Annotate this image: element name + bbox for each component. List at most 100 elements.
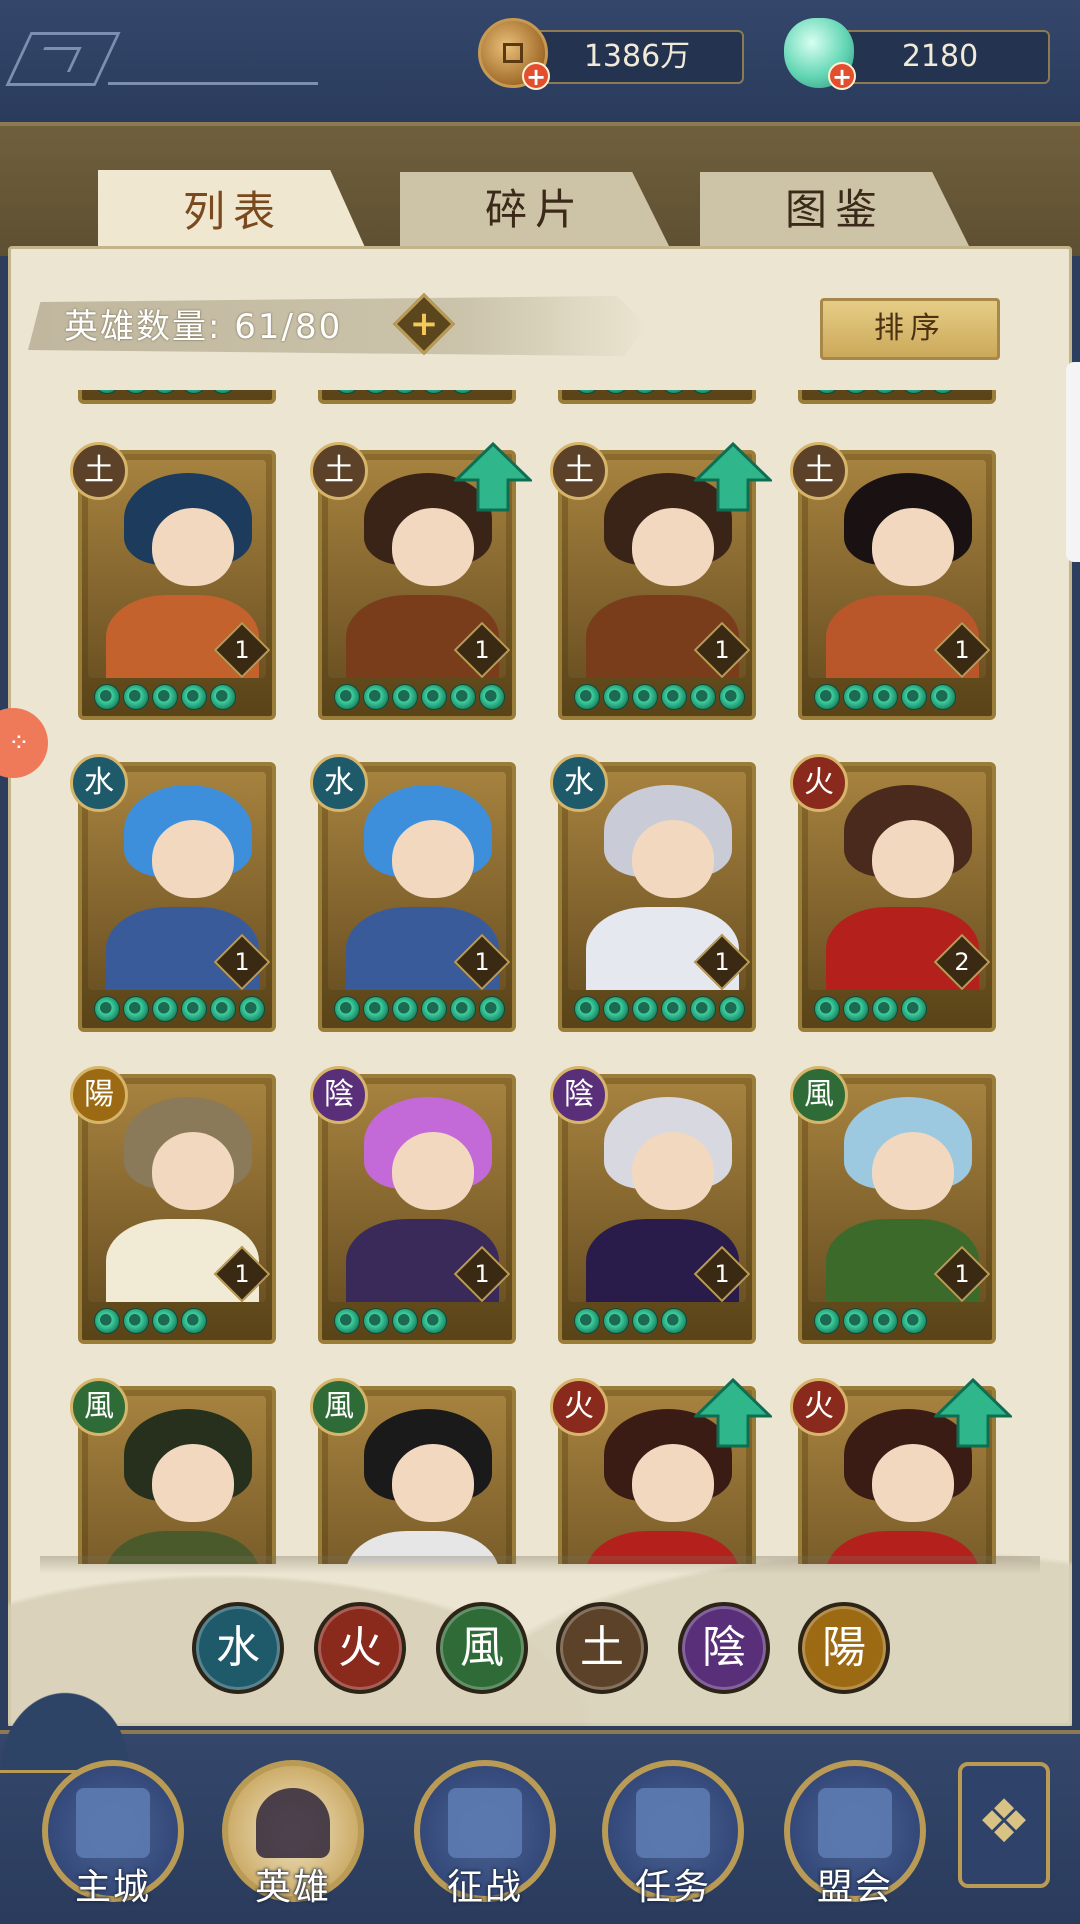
hero-card-partial[interactable]	[318, 390, 516, 404]
nav-heroes[interactable]: 英雄	[222, 1760, 364, 1908]
star-icon	[210, 996, 236, 1022]
nav-main-city[interactable]: 主城	[42, 1760, 184, 1908]
hero-card[interactable]: 1水	[310, 754, 516, 1032]
filter-water[interactable]: 水	[192, 1602, 284, 1694]
star-icon	[603, 1308, 629, 1334]
tab-list[interactable]: 列表	[98, 170, 368, 254]
hero-card[interactable]: 風	[70, 1378, 276, 1564]
menu-button[interactable]: ❖	[958, 1762, 1050, 1888]
star-icon	[123, 1308, 149, 1334]
star-icon	[690, 996, 716, 1022]
element-badge: 水	[70, 754, 128, 812]
filter-yin[interactable]: 陰	[678, 1602, 770, 1694]
star-icon	[450, 996, 476, 1022]
gems-display: 2180	[830, 30, 1050, 84]
hero-card-partial[interactable]	[558, 390, 756, 404]
hero-card[interactable]: 2火	[790, 754, 996, 1032]
star-icon	[574, 1308, 600, 1334]
star-icon	[603, 390, 629, 394]
star-icon	[152, 1308, 178, 1334]
add-gems-button[interactable]: +	[828, 62, 856, 90]
hero-card[interactable]: 火	[790, 1378, 1012, 1564]
hero-card[interactable]: 1土	[550, 442, 772, 720]
hero-card-partial[interactable]	[78, 390, 276, 404]
filter-fire[interactable]: 火	[314, 1602, 406, 1694]
filter-earth[interactable]: 土	[556, 1602, 648, 1694]
fan-decoration-icon	[0, 1680, 140, 1773]
filter-yang[interactable]: 陽	[798, 1602, 890, 1694]
star-rating	[334, 1308, 447, 1334]
star-icon	[843, 390, 869, 394]
star-rating	[334, 996, 505, 1022]
level-value: 1	[954, 1260, 970, 1288]
level-value: 1	[714, 948, 730, 976]
hero-count-value: 61/80	[234, 307, 343, 347]
star-rating	[94, 390, 236, 394]
star-icon	[814, 684, 840, 710]
star-icon	[334, 684, 360, 710]
quest-icon	[636, 1788, 710, 1858]
hero-card[interactable]: 1陰	[550, 1066, 756, 1344]
level-value: 1	[714, 636, 730, 664]
star-rating	[334, 684, 505, 710]
star-icon	[603, 996, 629, 1022]
star-icon	[363, 390, 389, 394]
nav-quests[interactable]: 任务	[602, 1760, 744, 1908]
star-icon	[123, 390, 149, 394]
right-edge-tab[interactable]	[1066, 362, 1080, 562]
star-icon	[363, 996, 389, 1022]
hero-card-partial[interactable]	[798, 390, 996, 404]
element-badge: 水	[310, 754, 368, 812]
star-icon	[814, 996, 840, 1022]
star-icon	[239, 996, 265, 1022]
hero-card[interactable]: 1土	[310, 442, 532, 720]
filter-wind[interactable]: 風	[436, 1602, 528, 1694]
star-icon	[872, 1308, 898, 1334]
star-icon	[421, 684, 447, 710]
hero-card[interactable]: 1陰	[310, 1066, 516, 1344]
level-value: 1	[234, 636, 250, 664]
hero-card[interactable]: 1風	[790, 1066, 996, 1344]
star-icon	[181, 390, 207, 394]
star-icon	[392, 1308, 418, 1334]
upgrade-arrow-icon	[694, 1378, 772, 1448]
element-badge: 土	[310, 442, 368, 500]
nav-guild[interactable]: 盟会	[784, 1760, 926, 1908]
nav-battle-label: 征战	[446, 1867, 523, 1908]
hero-card[interactable]: 1水	[550, 754, 756, 1032]
hero-card[interactable]: 1水	[70, 754, 276, 1032]
nav-battle[interactable]: 征战	[414, 1760, 556, 1908]
star-icon	[181, 996, 207, 1022]
star-rating	[574, 390, 716, 394]
nav-heroes-label: 英雄	[254, 1867, 331, 1908]
hero-card[interactable]: 1陽	[70, 1066, 276, 1344]
hero-card[interactable]: 風	[310, 1378, 516, 1564]
star-icon	[661, 390, 687, 394]
level-value: 1	[474, 1260, 490, 1288]
star-icon	[632, 1308, 658, 1334]
grid-fade	[40, 1556, 1040, 1574]
logo-icon	[5, 32, 121, 86]
hero-card[interactable]: 火	[550, 1378, 772, 1564]
star-icon	[814, 390, 840, 394]
city-icon	[76, 1788, 150, 1858]
star-icon	[94, 1308, 120, 1334]
element-badge: 風	[310, 1378, 368, 1436]
star-icon	[210, 684, 236, 710]
level-value: 1	[474, 948, 490, 976]
hero-card[interactable]: 1土	[70, 442, 276, 720]
tab-fragments[interactable]: 碎片	[400, 172, 670, 248]
star-icon	[392, 684, 418, 710]
star-icon	[181, 1308, 207, 1334]
tab-codex[interactable]: 图鉴	[700, 172, 970, 248]
sort-button[interactable]: 排序	[820, 298, 1000, 360]
star-rating	[334, 390, 476, 394]
star-rating	[814, 390, 956, 394]
star-icon	[872, 390, 898, 394]
hero-card[interactable]: 1土	[790, 442, 996, 720]
level-value: 1	[474, 636, 490, 664]
star-icon	[843, 1308, 869, 1334]
star-icon	[901, 390, 927, 394]
add-coins-button[interactable]: +	[522, 62, 550, 90]
element-badge: 土	[790, 442, 848, 500]
